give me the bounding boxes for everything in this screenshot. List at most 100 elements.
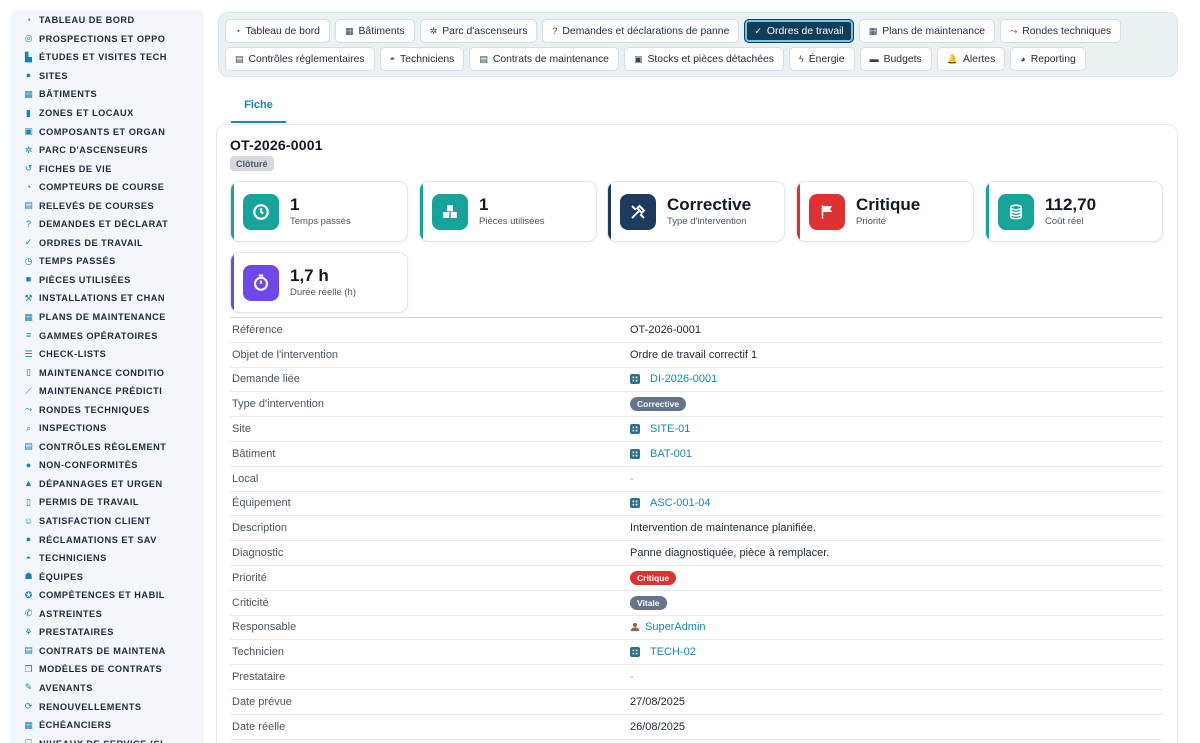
sidebar-item[interactable]: ✓ ORDRES DE TRAVAIL bbox=[10, 234, 204, 253]
detail-value: BAT-001 bbox=[630, 448, 692, 460]
detail-link-text: ASC-001-04 bbox=[650, 497, 711, 510]
stat-card[interactable]: Critique Priorité bbox=[796, 181, 974, 242]
nav-button[interactable]: ? Demandes et déclarations de panne bbox=[542, 19, 740, 43]
sidebar-item[interactable]: ≡ GAMMES OPÉRATOIRES bbox=[10, 326, 204, 345]
detail-label: Objet de l'intervention bbox=[232, 348, 339, 361]
warning-icon: ▲ bbox=[24, 478, 33, 489]
sidebar-item-label: DÉPANNAGES ET URGEN bbox=[39, 478, 163, 489]
sidebar-item-label: TABLEAU DE BORD bbox=[39, 15, 135, 26]
sidebar-item[interactable]: ▲ DÉPANNAGES ET URGEN bbox=[10, 475, 204, 494]
stopwatch-icon bbox=[243, 265, 279, 301]
sidebar-item[interactable]: ⛉ NIVEAUX DE SERVICE (SL bbox=[10, 734, 204, 743]
sidebar-item[interactable]: ▮ ZONES ET LOCAUX bbox=[10, 104, 204, 123]
nav-button[interactable]: ▤ Contrats de maintenance bbox=[469, 47, 619, 71]
sidebar-item[interactable]: ▣ COMPOSANTS ET ORGAN bbox=[10, 122, 204, 141]
sidebar-item[interactable]: ▤ RELEVÉS DE COURSES bbox=[10, 196, 204, 215]
stat-card[interactable]: 1 Temps passés bbox=[230, 181, 408, 242]
detail-row: Description Intervention de maintenance p… bbox=[230, 516, 1163, 542]
record-link-icon bbox=[630, 374, 640, 385]
sidebar-item[interactable]: ☰ CHECK-LISTS bbox=[10, 345, 204, 364]
thermometer-icon: ▯ bbox=[26, 367, 31, 378]
stat-card[interactable]: 112,70 Coût réel bbox=[985, 181, 1163, 242]
detail-link[interactable]: ASC-001-04 bbox=[630, 497, 711, 509]
nav-button[interactable]: ◓ Techniciens bbox=[379, 47, 465, 71]
detail-value: Corrective bbox=[630, 397, 687, 412]
record-link-icon bbox=[630, 498, 640, 509]
detail-link-text: TECH-02 bbox=[650, 646, 696, 659]
box-icon: ■ bbox=[25, 274, 32, 285]
sidebar-item[interactable]: ◔ COMPTEURS DE COURSE bbox=[10, 178, 204, 197]
users-icon: ☗ bbox=[24, 571, 33, 582]
detail-link[interactable]: TECH-02 bbox=[630, 646, 696, 658]
nav-button-label: Budgets bbox=[883, 53, 922, 65]
sidebar-item[interactable]: ● RÉCLAMATIONS ET SAV bbox=[10, 530, 204, 549]
sidebar-item[interactable]: ? DEMANDES ET DÉCLARAT bbox=[10, 215, 204, 234]
sidebar-item[interactable]: ⤳ RONDES TECHNIQUES bbox=[10, 400, 204, 419]
sidebar-item[interactable]: ✆ ASTREINTES bbox=[10, 605, 204, 624]
building-icon: ▦ bbox=[24, 88, 33, 99]
nav-button[interactable]: ϟ Énergie bbox=[788, 47, 855, 71]
detail-link[interactable]: SITE-01 bbox=[630, 423, 690, 435]
sidebar-item[interactable]: ● SITES bbox=[10, 67, 204, 86]
sidebar-item[interactable]: ▤ CONTRÔLES RÉGLEMENT bbox=[10, 438, 204, 457]
bolt-icon: ϟ bbox=[798, 54, 804, 64]
detail-link[interactable]: BAT-001 bbox=[630, 448, 692, 460]
sidebar-item[interactable]: ⌕ INSPECTIONS bbox=[10, 419, 204, 438]
stat-accent-bar bbox=[986, 182, 989, 241]
stat-card[interactable]: 1 Pièces utilisées bbox=[419, 181, 597, 242]
handshake-icon: ⚘ bbox=[24, 626, 33, 637]
nav-button[interactable]: ◔ Tableau de bord bbox=[225, 19, 330, 43]
sidebar-item[interactable]: ▯ PERMIS DE TRAVAIL bbox=[10, 493, 204, 512]
sidebar-item[interactable]: ⚘ PRESTATAIRES bbox=[10, 623, 204, 642]
sidebar-item[interactable]: ■ PIÈCES UTILISÉES bbox=[10, 271, 204, 290]
record-link-icon bbox=[630, 448, 640, 459]
sidebar-item[interactable]: ✎ AVENANTS bbox=[10, 679, 204, 698]
nav-button[interactable]: ✓ Ordres de travail bbox=[744, 19, 854, 43]
tab-fiche[interactable]: Fiche bbox=[231, 88, 286, 123]
sidebar-item[interactable]: ⟋ MAINTENANCE PRÉDICTI bbox=[10, 382, 204, 401]
clipboard-icon: ▤ bbox=[235, 53, 244, 64]
stat-value: Critique bbox=[856, 195, 921, 214]
sidebar-item[interactable]: ▙ ÉTUDES ET VISITES TECH bbox=[10, 48, 204, 67]
nav-button[interactable]: ▤ Contrôles réglementaires bbox=[225, 47, 375, 71]
route-icon: ⤳ bbox=[1010, 25, 1018, 36]
sidebar-item[interactable]: ● NON-CONFORMITÉS bbox=[10, 456, 204, 475]
question-icon: ? bbox=[552, 26, 558, 36]
sidebar-item[interactable]: ⚒ INSTALLATIONS ET CHAN bbox=[10, 289, 204, 308]
detail-label: Prestataire bbox=[232, 671, 286, 684]
sidebar-item[interactable]: ◔ TABLEAU DE BORD bbox=[10, 11, 204, 30]
detail-row: Local - bbox=[230, 467, 1163, 492]
sidebar-item[interactable]: ▦ BÂTIMENTS bbox=[10, 85, 204, 104]
detail-value: 26/08/2025 bbox=[630, 720, 686, 733]
nav-button[interactable]: ▣ Stocks et pièces détachées bbox=[623, 47, 784, 71]
sidebar-item[interactable]: ☺ SATISFACTION CLIENT bbox=[10, 512, 204, 531]
sidebar-item[interactable]: ◓ TECHNICIENS bbox=[10, 549, 204, 568]
nav-button[interactable]: ▬ Budgets bbox=[859, 47, 932, 71]
sidebar-item[interactable]: ✪ COMPÉTENCES ET HABIL bbox=[10, 586, 204, 605]
nav-button[interactable]: ▦ Bâtiments bbox=[334, 19, 415, 43]
stat-card[interactable]: 1,7 h Durée réelle (h) bbox=[230, 252, 408, 313]
sidebar-item[interactable]: ◷ TEMPS PASSÉS bbox=[10, 252, 204, 271]
nav-button[interactable]: ▦ Plans de maintenance bbox=[858, 19, 996, 43]
sidebar-item[interactable]: ▦ PLANS DE MAINTENANCE bbox=[10, 308, 204, 327]
sidebar-item[interactable]: ▯ MAINTENANCE CONDITIO bbox=[10, 363, 204, 382]
sidebar-item[interactable]: ▦ ÉCHÉANCIERS bbox=[10, 716, 204, 735]
detail-link[interactable]: DI-2026-0001 bbox=[630, 373, 717, 385]
sidebar-item[interactable]: ❐ MODÈLES DE CONTRATS bbox=[10, 660, 204, 679]
detail-value: ASC-001-04 bbox=[630, 497, 711, 509]
sidebar-item[interactable]: ◎ PROSPECTIONS ET OPPO bbox=[10, 30, 204, 49]
route-icon: ⤳ bbox=[24, 404, 33, 415]
sidebar-item[interactable]: ▤ CONTRATS DE MAINTENA bbox=[10, 642, 204, 661]
sidebar-item[interactable]: ⟳ RENOUVELLEMENTS bbox=[10, 697, 204, 716]
sidebar-item[interactable]: ↺ FICHES DE VIE bbox=[10, 159, 204, 178]
sidebar-item[interactable]: ☗ ÉQUIPES bbox=[10, 567, 204, 586]
stat-card[interactable]: Corrective Type d'intervention bbox=[607, 181, 785, 242]
user-icon bbox=[630, 622, 640, 632]
nav-button[interactable]: ◕ Reporting bbox=[1010, 47, 1086, 71]
nav-button[interactable]: 🔔 Alertes bbox=[936, 47, 1006, 71]
sidebar-item[interactable]: ✲ PARC D'ASCENSEURS bbox=[10, 141, 204, 160]
nav-button[interactable]: ⤳ Rondes techniques bbox=[1000, 19, 1122, 43]
detail-value: Critique bbox=[630, 570, 677, 585]
detail-user-link[interactable]: SuperAdmin bbox=[630, 621, 706, 633]
nav-button[interactable]: ✲ Parc d'ascenseurs bbox=[419, 19, 538, 43]
